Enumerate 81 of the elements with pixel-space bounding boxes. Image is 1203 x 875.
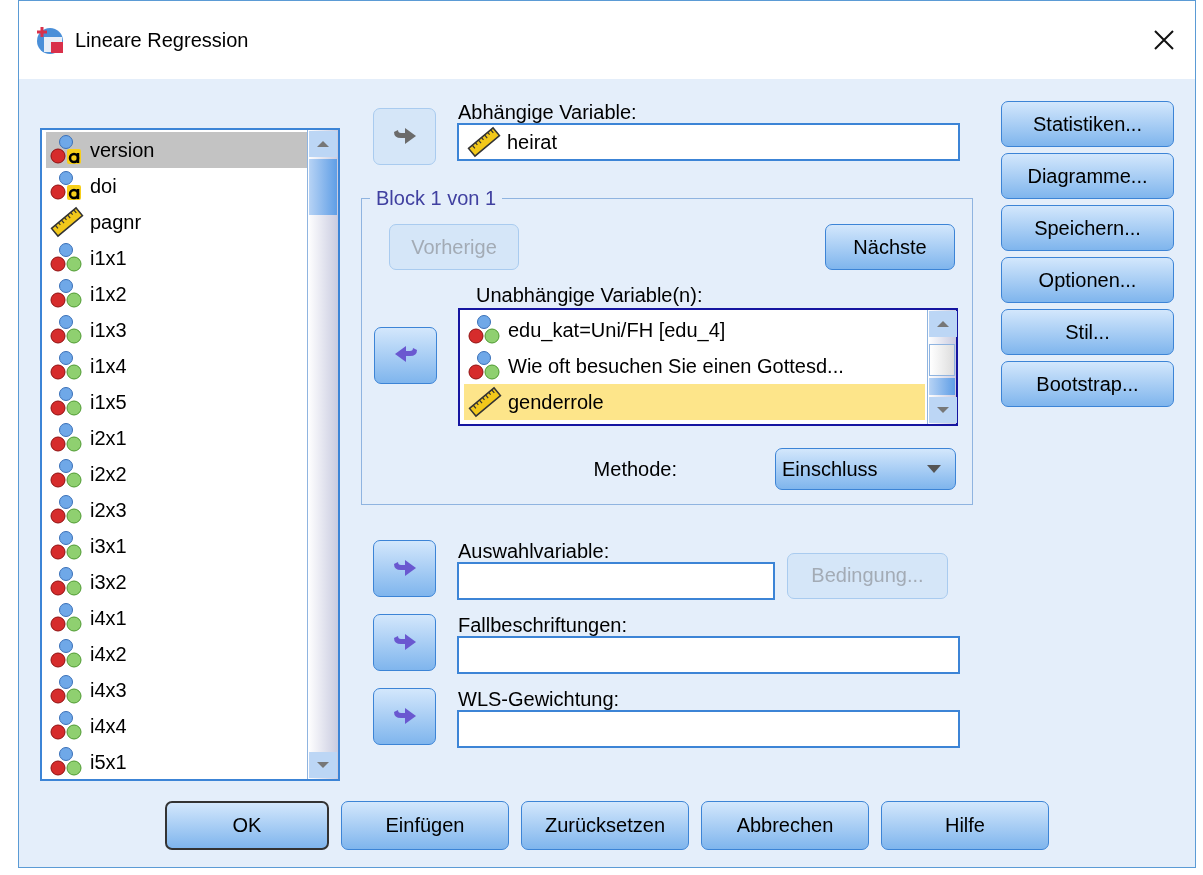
- nominal-variable-icon: [50, 422, 84, 454]
- field-label: Methode:: [593, 457, 677, 481]
- list-item[interactable]: i4x4: [46, 708, 307, 744]
- nominal-variable-icon: [50, 458, 84, 490]
- scroll-thumb[interactable]: [309, 159, 337, 215]
- nominal-variable-icon: [50, 530, 84, 562]
- move-arrow-button[interactable]: [373, 614, 436, 671]
- list-item[interactable]: pagnr: [46, 204, 307, 240]
- list-item[interactable]: doi: [46, 168, 307, 204]
- list-item[interactable]: i1x1: [46, 240, 307, 276]
- nominal-variable-icon: [50, 386, 84, 418]
- nominal-variable-icon: [50, 494, 84, 526]
- list-item[interactable]: i2x1: [46, 420, 307, 456]
- input-field[interactable]: [457, 562, 775, 600]
- field-label: Auswahlvariable:: [458, 540, 611, 562]
- dialog-button[interactable]: OK: [165, 801, 329, 850]
- dialog-button[interactable]: Bootstrap...: [1001, 361, 1174, 407]
- string-variable-icon: [50, 134, 84, 166]
- field-label: Fallbeschriftungen:: [458, 614, 628, 636]
- nominal-variable-icon: [468, 314, 502, 346]
- scrollbar[interactable]: [307, 130, 338, 779]
- scrollbar[interactable]: [927, 310, 956, 424]
- app-icon: [35, 25, 65, 55]
- nominal-variable-icon: [50, 314, 84, 346]
- dialog-button[interactable]: Speichern...: [1001, 205, 1174, 251]
- move-arrow-button[interactable]: [374, 326, 437, 384]
- scroll-up-icon: [316, 140, 330, 148]
- nominal-variable-icon: [50, 602, 84, 634]
- list-item[interactable]: i3x2: [46, 564, 307, 600]
- dialog-button[interactable]: Hilfe: [881, 801, 1049, 850]
- scroll-down-icon: [936, 406, 950, 414]
- method-dropdown[interactable]: Einschluss: [775, 448, 956, 490]
- move-arrow-button[interactable]: [373, 540, 436, 597]
- list-item[interactable]: i4x1: [46, 600, 307, 636]
- nominal-variable-icon: [50, 278, 84, 310]
- scroll-down-icon: [316, 761, 330, 769]
- input-field[interactable]: [457, 636, 960, 674]
- field-label: Abhängige Variable:: [458, 101, 638, 123]
- list-item[interactable]: i4x3: [46, 672, 307, 708]
- list-item[interactable]: i4x2: [46, 636, 307, 672]
- scroll-up-icon: [936, 320, 950, 328]
- scroll-thumb[interactable]: [929, 344, 955, 376]
- dialog-button[interactable]: Abbrechen: [701, 801, 869, 850]
- list-item[interactable]: edu_kat=Uni/FH [edu_4]: [464, 312, 925, 348]
- dialog-button[interactable]: Diagramme...: [1001, 153, 1174, 199]
- list-item[interactable]: i1x2: [46, 276, 307, 312]
- nominal-variable-icon: [50, 566, 84, 598]
- list-item[interactable]: i1x5: [46, 384, 307, 420]
- list-item[interactable]: i3x1: [46, 528, 307, 564]
- input-field[interactable]: [457, 710, 960, 748]
- list-item[interactable]: i1x3: [46, 312, 307, 348]
- string-variable-icon: [50, 170, 84, 202]
- list-item[interactable]: i2x3: [46, 492, 307, 528]
- group-title: Block 1 von 1: [375, 187, 498, 210]
- list-item[interactable]: genderrole: [464, 384, 925, 420]
- close-icon: [1153, 29, 1175, 51]
- input-field[interactable]: heirat: [457, 123, 960, 161]
- list-item[interactable]: i5x1: [46, 744, 307, 779]
- dialog-button[interactable]: Stil...: [1001, 309, 1174, 355]
- list-item[interactable]: Wie oft besuchen Sie einen Gottesd...: [464, 348, 925, 384]
- nominal-variable-icon: [50, 746, 84, 778]
- list-item[interactable]: i2x2: [46, 456, 307, 492]
- move-arrow-button[interactable]: [373, 688, 436, 745]
- dialog-button[interactable]: Zurücksetzen: [521, 801, 689, 850]
- nominal-variable-icon: [50, 242, 84, 274]
- list-item[interactable]: version: [46, 132, 307, 168]
- dialog-button[interactable]: Einfügen: [341, 801, 509, 850]
- nominal-variable-icon: [50, 710, 84, 742]
- nominal-variable-icon: [50, 674, 84, 706]
- nominal-variable-icon: [50, 350, 84, 382]
- field-label: WLS-Gewichtung:: [458, 688, 621, 710]
- scroll-thumb[interactable]: [929, 378, 955, 395]
- list-item[interactable]: i1x4: [46, 348, 307, 384]
- dialog-button[interactable]: Statistiken...: [1001, 101, 1174, 147]
- dialog-button[interactable]: Nächste: [825, 224, 955, 270]
- field-label: Unabhängige Variable(n):: [476, 284, 704, 306]
- nominal-variable-icon: [468, 350, 502, 382]
- nominal-variable-icon: [50, 638, 84, 670]
- caret-icon: [927, 465, 941, 473]
- dialog-button[interactable]: Optionen...: [1001, 257, 1174, 303]
- window-title: Lineare Regression: [75, 28, 250, 52]
